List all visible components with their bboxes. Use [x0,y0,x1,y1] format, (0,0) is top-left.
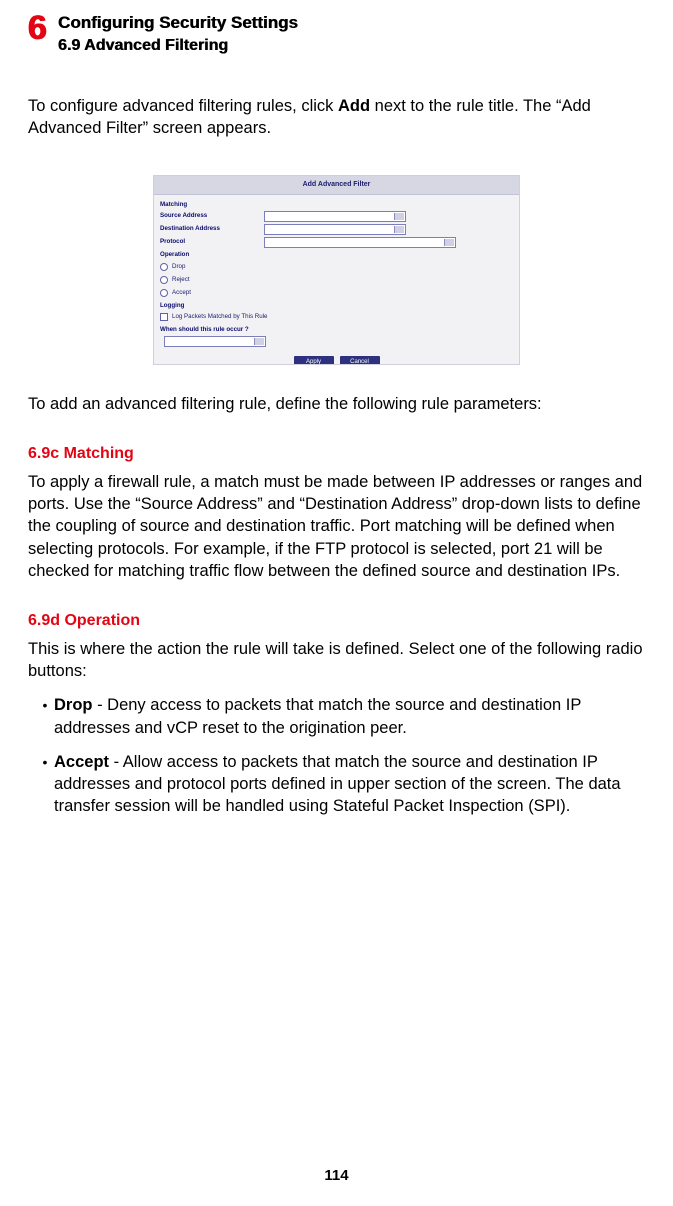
figure-radio-drop [160,263,168,271]
figure-dropdown-protocol [264,237,456,248]
page-number: 114 [0,1166,673,1186]
add-advanced-filter-screenshot: Add Advanced Filter Matching Source Addr… [153,175,520,365]
bullet-accept: • Accept - Allow access to packets that … [36,751,645,818]
chapter-subtitle: 6.9 Advanced Filtering [58,35,298,57]
figure-radio-reject [160,276,168,284]
chapter-header: 6 Configuring Security Settings 6.9 Adva… [28,10,645,57]
intro-paragraph: To configure advanced filtering rules, c… [28,95,645,140]
bullet-accept-bold: Accept [54,753,109,771]
intro-bold-add: Add [338,97,370,115]
figure-option-drop: Drop [172,263,185,271]
figure-label-protocol: Protocol [160,238,260,246]
figure-dropdown-when [164,336,266,347]
subheading-operation: 6.9d Operation [28,610,645,632]
figure-dropdown-source [264,211,406,222]
figure-label-dest: Destination Address [160,225,260,233]
figure-log-label: Log Packets Matched by This Rule [172,313,268,321]
bullet-drop-text: - Deny access to packets that match the … [54,696,581,736]
figure-section-logging: Logging [160,302,513,310]
figure-container: Add Advanced Filter Matching Source Addr… [28,175,645,365]
figure-button-apply: Apply [294,356,334,366]
bullet-drop-bold: Drop [54,696,93,714]
bullet-dot-icon: • [36,751,54,818]
figure-dropdown-dest [264,224,406,235]
figure-button-cancel: Cancel [340,356,380,366]
subheading-matching: 6.9c Matching [28,443,645,465]
chapter-title: Configuring Security Settings [58,12,298,35]
figure-title-bar: Add Advanced Filter [154,176,519,195]
bullet-accept-text: - Allow access to packets that match the… [54,753,621,816]
chapter-number: 6 [28,11,46,45]
bullet-drop: • Drop - Deny access to packets that mat… [36,694,645,739]
bullet-dot-icon: • [36,694,54,739]
figure-option-reject: Reject [172,276,190,284]
after-figure-text: To add an advanced filtering rule, defin… [28,393,645,415]
intro-text-before: To configure advanced filtering rules, c… [28,97,338,115]
operation-intro: This is where the action the rule will t… [28,638,645,683]
figure-radio-accept [160,289,168,297]
figure-section-when: When should this rule occur ? [160,326,513,334]
operation-bullets: • Drop - Deny access to packets that mat… [28,694,645,817]
figure-label-source: Source Address [160,212,260,220]
figure-section-operation: Operation [160,251,513,259]
matching-paragraph: To apply a firewall rule, a match must b… [28,471,645,582]
figure-option-accept: Accept [172,289,191,297]
figure-checkbox-log [160,313,168,321]
figure-section-matching: Matching [160,201,513,209]
